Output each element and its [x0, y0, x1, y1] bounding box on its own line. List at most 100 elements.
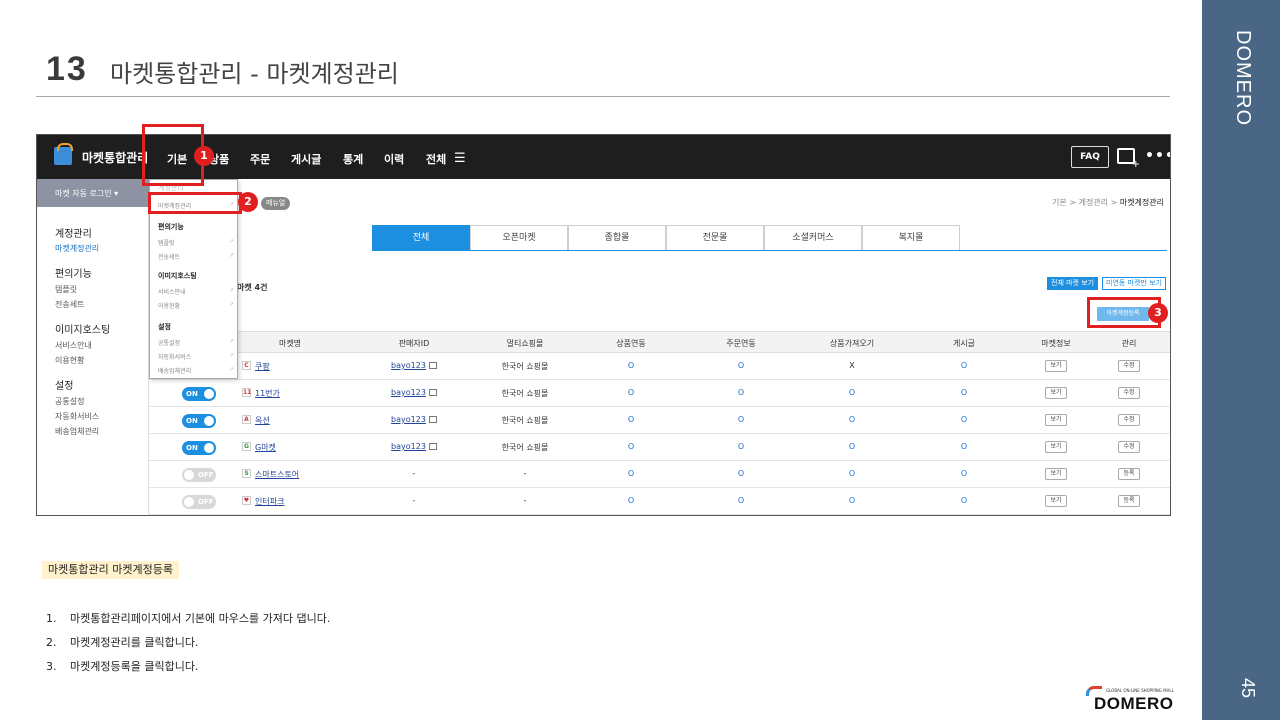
table-row: ON G G마켓 bayo123 한국어 쇼핑몰 O O O O 보기 수정	[149, 434, 1170, 461]
breadcrumb-account[interactable]: 계정관리	[1079, 198, 1108, 207]
column-header-order-link: 주문연동	[726, 339, 756, 348]
market-logo-icon: S	[242, 469, 251, 478]
product-link-status: O	[627, 361, 635, 370]
market-toggle-switch[interactable]: ON	[182, 414, 216, 428]
table-header: 마켓명 판매자ID 멀티쇼핑몰 상품연동 주문연동 상품가져오기 게시글 마켓정…	[149, 331, 1170, 353]
left-menu-item-send-set[interactable]: 전송세트	[55, 299, 84, 310]
dropdown-item-send-set[interactable]: 전송세트	[158, 252, 236, 261]
left-menu-item-usage[interactable]: 이용현황	[55, 355, 84, 366]
market-logo-icon: 11	[242, 388, 252, 397]
market-manage-button[interactable]: 수정	[1118, 441, 1140, 453]
nav-item-all[interactable]: 전체	[426, 151, 446, 167]
product-link-status: O	[627, 496, 635, 505]
external-link-icon[interactable]	[428, 362, 437, 369]
market-toggle-switch[interactable]: ON	[182, 441, 216, 455]
market-name-link[interactable]: 인터파크	[255, 496, 284, 507]
market-info-view-button[interactable]: 보기	[1045, 360, 1067, 372]
market-info-view-button[interactable]: 보기	[1045, 468, 1067, 480]
breadcrumb-current: 마켓계정관리	[1119, 198, 1164, 207]
market-name-link[interactable]: 11번가	[255, 388, 280, 399]
left-menu-item-market-account[interactable]: 마켓계정관리	[55, 243, 99, 254]
left-menu-item-template[interactable]: 템플릿	[55, 284, 77, 295]
market-toggle-switch[interactable]: OFF	[182, 495, 216, 509]
more-options-icon[interactable]: •••	[1145, 148, 1170, 164]
column-header-multi-mall: 멀티쇼핑몰	[506, 339, 544, 348]
market-info-view-button[interactable]: 보기	[1045, 414, 1067, 426]
product-import-status: O	[848, 469, 856, 478]
market-manage-button[interactable]: 등록	[1118, 495, 1140, 507]
left-menu-item-service-info[interactable]: 서비스안내	[55, 340, 92, 351]
market-info-view-button[interactable]: 보기	[1045, 387, 1067, 399]
column-header-manage: 관리	[1121, 339, 1137, 348]
market-manage-button[interactable]: 등록	[1118, 468, 1140, 480]
nav-item-stats[interactable]: 통계	[343, 151, 363, 167]
step-number: 2.	[46, 636, 57, 649]
seller-id[interactable]: bayo123	[391, 388, 437, 397]
breadcrumb-basic[interactable]: 기본	[1052, 198, 1067, 207]
market-name-link[interactable]: 쿠팡	[255, 361, 270, 372]
left-menu-item-delivery-company[interactable]: 배송업체관리	[55, 426, 99, 437]
nav-item-order[interactable]: 주문	[250, 151, 270, 167]
faq-button[interactable]: FAQ	[1071, 146, 1109, 168]
table-row: ONC쿠팡bayo123한국어 쇼핑몰OOXO보기수정	[149, 353, 1170, 380]
breadcrumb: 기본 > 계정관리 > 마켓계정관리	[1052, 197, 1164, 208]
manual-badge[interactable]: 메뉴얼	[261, 197, 291, 210]
step-number: 1.	[46, 612, 57, 625]
left-menu-item-automation[interactable]: 자동화서비스	[55, 411, 99, 422]
tab-open-market[interactable]: 오픈마켓	[470, 225, 568, 250]
nav-item-post[interactable]: 게시글	[291, 151, 321, 167]
market-info-view-button[interactable]: 보기	[1045, 495, 1067, 507]
post-status: O	[960, 388, 968, 397]
hamburger-menu-icon[interactable]: ☰	[454, 151, 466, 166]
dropdown-item-service-info[interactable]: 서비스안내	[158, 287, 236, 296]
nav-item-history[interactable]: 이력	[384, 151, 404, 167]
market-toggle-switch[interactable]: ON	[182, 387, 216, 401]
tab-all[interactable]: 전체	[372, 225, 470, 250]
left-menu-section-account: 계정관리	[55, 229, 92, 240]
dropdown-item-delivery-company[interactable]: 배송업체관리	[158, 366, 236, 375]
seller-id[interactable]: bayo123	[391, 415, 437, 424]
view-unlinked-markets-button[interactable]: 미연동 마켓만 보기	[1102, 277, 1166, 290]
seller-id[interactable]: bayo123	[391, 361, 437, 370]
external-link-icon[interactable]	[428, 443, 437, 450]
brand-vertical-text: DOMERO	[1232, 30, 1254, 126]
multi-mall-value: -	[523, 469, 527, 478]
new-window-icon[interactable]	[1117, 148, 1140, 170]
market-auto-login-button[interactable]: 마켓 자동 로그인 ▾	[37, 179, 149, 207]
seller-id: -	[412, 469, 416, 478]
tab-general-mall[interactable]: 종합몰	[568, 225, 666, 250]
external-link-icon[interactable]	[428, 416, 437, 423]
market-manage-button[interactable]: 수정	[1118, 387, 1140, 399]
market-name-link[interactable]: 스마트스토어	[255, 469, 299, 480]
post-status: O	[960, 469, 968, 478]
column-header-market: 마켓명	[278, 339, 302, 348]
product-import-status: O	[848, 496, 856, 505]
app-logo-text[interactable]: 마켓통합관리	[82, 149, 148, 166]
dropdown-item-usage[interactable]: 이용현황	[158, 301, 236, 310]
post-status: O	[960, 361, 968, 370]
order-link-status: O	[737, 469, 745, 478]
step-2: 2. 마켓계정관리를 클릭합니다.	[46, 634, 198, 650]
tab-specialty-mall[interactable]: 전문몰	[666, 225, 764, 250]
market-toggle-switch[interactable]: OFF	[182, 468, 216, 482]
market-info-view-button[interactable]: 보기	[1045, 441, 1067, 453]
market-manage-button[interactable]: 수정	[1118, 414, 1140, 426]
market-manage-button[interactable]: 수정	[1118, 360, 1140, 372]
tab-social-commerce[interactable]: 소셜커머스	[764, 225, 862, 250]
market-name-link[interactable]: 옥션	[255, 415, 270, 426]
dropdown-item-automation[interactable]: 자동화서비스	[158, 352, 236, 361]
tab-welfare-mall[interactable]: 복지몰	[862, 225, 960, 250]
step-text: 마켓통합관리페이지에서 기본에 마우스를 가져다 댑니다.	[70, 612, 331, 625]
view-all-markets-button[interactable]: 전체 마켓 보기	[1047, 277, 1099, 290]
external-link-icon[interactable]	[428, 389, 437, 396]
market-name-link[interactable]: G마켓	[255, 442, 276, 453]
left-menu-item-common-settings[interactable]: 공통설정	[55, 396, 84, 407]
dropdown-item-template[interactable]: 템플릿	[158, 238, 236, 247]
multi-mall-value: 한국어 쇼핑몰	[501, 443, 549, 452]
multi-mall-value: 한국어 쇼핑몰	[501, 389, 549, 398]
callout-number-3: 3	[1148, 303, 1168, 323]
dropdown-item-common-settings[interactable]: 공통설정	[158, 338, 236, 347]
seller-id[interactable]: bayo123	[391, 442, 437, 451]
market-logo-icon: A	[242, 415, 251, 424]
dropdown-section-convenience: 편의기능	[158, 223, 184, 231]
